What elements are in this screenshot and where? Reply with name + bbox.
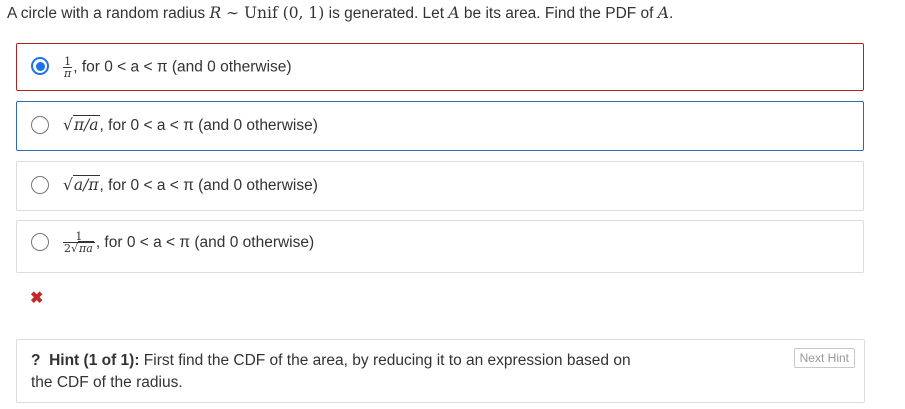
- radio-unselected-icon[interactable]: [31, 233, 49, 251]
- answer-option-2[interactable]: √π/a, for 0 < a < π (and 0 otherwise): [16, 101, 864, 151]
- answer-option-3-label: √a/π, for 0 < a < π (and 0 otherwise): [63, 175, 318, 194]
- hint-text: ? Hint (1 of 1): First find the CDF of t…: [31, 350, 651, 394]
- radio-unselected-icon[interactable]: [31, 116, 49, 134]
- answer-option-1-label: 1π, for 0 < a < π (and 0 otherwise): [63, 55, 292, 80]
- square-root: √a/π: [63, 175, 100, 194]
- answer-option-1[interactable]: 1π, for 0 < a < π (and 0 otherwise): [16, 43, 864, 91]
- square-root: √π/a: [63, 115, 100, 134]
- next-hint-button[interactable]: Next Hint: [793, 348, 855, 368]
- fraction: 1π: [63, 55, 73, 80]
- answer-option-4-label: 1 2√πa, for 0 < a < π (and 0 otherwise): [63, 230, 315, 255]
- answer-option-2-label: √π/a, for 0 < a < π (and 0 otherwise): [63, 115, 318, 134]
- radio-unselected-icon[interactable]: [31, 176, 49, 194]
- question-mark-icon: ?: [31, 352, 41, 369]
- fraction: 1 2√πa: [63, 230, 95, 255]
- answer-option-3[interactable]: √a/π, for 0 < a < π (and 0 otherwise): [16, 161, 864, 211]
- answer-option-4[interactable]: 1 2√πa, for 0 < a < π (and 0 otherwise): [16, 220, 864, 273]
- incorrect-x-icon: ✖: [30, 290, 44, 307]
- radio-selected-icon[interactable]: [31, 57, 49, 75]
- hint-panel: ? Hint (1 of 1): First find the CDF of t…: [16, 339, 865, 403]
- question-prompt: A circle with a random radius R ∼ Unif (…: [7, 4, 674, 22]
- hint-title: Hint (1 of 1):: [49, 352, 140, 369]
